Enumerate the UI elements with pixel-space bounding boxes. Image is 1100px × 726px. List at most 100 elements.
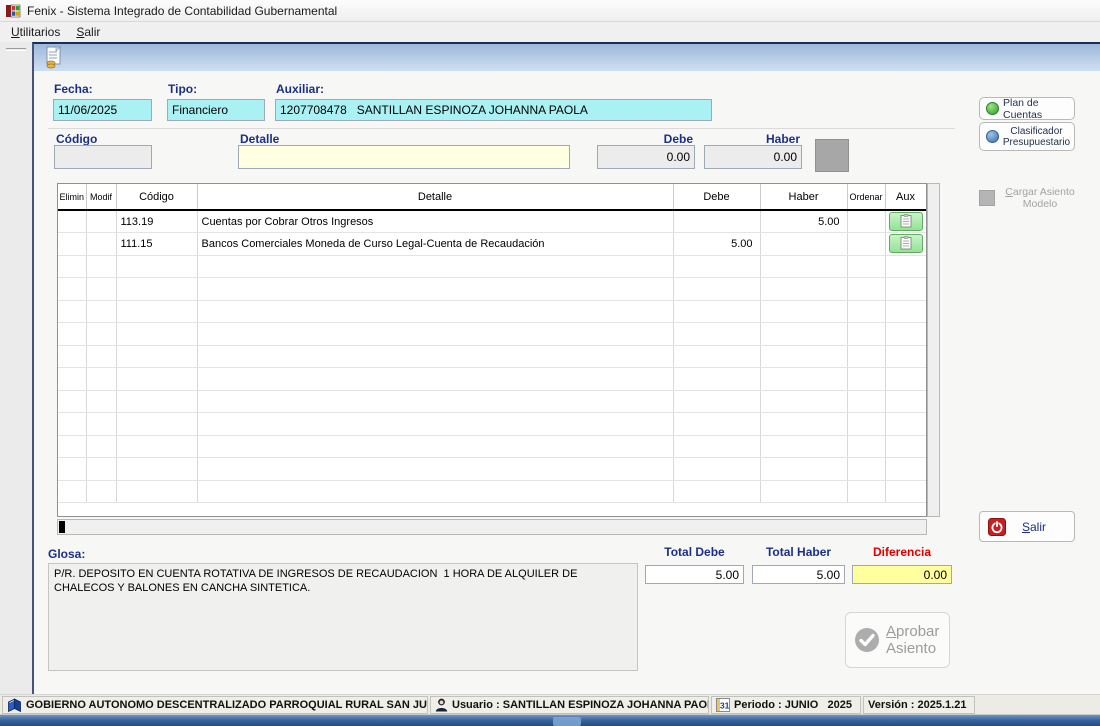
table-cell — [197, 413, 673, 436]
cargar-label-line2: Modelo — [999, 198, 1081, 210]
column-header-modif[interactable]: Modif — [86, 184, 116, 210]
debe-input[interactable] — [597, 145, 695, 169]
table-cell — [673, 210, 760, 233]
plan-de-cuentas-button[interactable]: Plan de Cuentas — [979, 97, 1075, 120]
tipo-input[interactable] — [167, 99, 265, 121]
table-cell — [86, 435, 116, 458]
splitter-handle[interactable] — [6, 48, 26, 51]
table-cell — [673, 300, 760, 323]
fecha-input[interactable] — [53, 99, 152, 121]
column-header-elimin[interactable]: Elimin — [58, 184, 86, 210]
table-cell — [58, 435, 86, 458]
table-cell — [116, 278, 197, 301]
auxiliar-label: Auxiliar: — [276, 82, 324, 96]
table-cell — [197, 278, 673, 301]
menu-utilitarios[interactable]: Utilitarios — [3, 23, 68, 41]
column-header-código[interactable]: Código — [116, 184, 197, 210]
asiento-form: Fecha: Tipo: Auxiliar: Código Detalle De… — [32, 42, 1100, 694]
table-cell — [86, 345, 116, 368]
horizontal-scrollbar-thumb[interactable] — [59, 521, 65, 533]
table-cell — [885, 278, 926, 301]
table-cell — [86, 255, 116, 278]
salir-button[interactable]: Salir — [979, 511, 1075, 542]
table-cell — [86, 458, 116, 481]
table-cell — [58, 458, 86, 481]
clasificador-presupuestario-button[interactable]: Clasificador Presupuestario — [979, 122, 1075, 151]
table-cell: 5.00 — [673, 233, 760, 256]
table-cell — [760, 233, 847, 256]
status-period-year: 2025 — [828, 699, 852, 711]
taskbar[interactable] — [0, 714, 1100, 726]
table-row[interactable]: 111.15Bancos Comerciales Moneda de Curso… — [58, 233, 926, 256]
table-cell — [58, 413, 86, 436]
table-cell — [673, 345, 760, 368]
fecha-label: Fecha: — [54, 82, 93, 96]
plan-de-cuentas-label: Plan de Cuentas — [1003, 97, 1074, 121]
haber-input[interactable] — [704, 145, 802, 169]
table-cell — [885, 390, 926, 413]
table-cell — [673, 390, 760, 413]
table-cell — [197, 323, 673, 346]
status-version-panel: Versión : 2025.1.21 — [863, 696, 975, 714]
table-vertical-scrollbar[interactable] — [927, 183, 940, 517]
taskbar-item[interactable] — [553, 717, 581, 726]
table-cell — [673, 278, 760, 301]
debe-label: Debe — [597, 132, 693, 146]
cargar-asiento-modelo-button[interactable]: Cargar Asiento Modelo — [977, 183, 1081, 213]
app-icon — [5, 3, 21, 19]
table-cell — [847, 390, 885, 413]
aprobar-asiento-button[interactable]: Aprobar Asiento — [845, 612, 950, 668]
table-cell — [760, 480, 847, 503]
codigo-label: Código — [56, 132, 97, 146]
aux-button[interactable] — [889, 234, 923, 253]
column-header-aux[interactable]: Aux — [885, 184, 926, 210]
column-header-ordenar[interactable]: Ordenar — [847, 184, 885, 210]
table-cell — [116, 458, 197, 481]
table-cell — [58, 233, 86, 256]
table-cell — [116, 323, 197, 346]
table-cell — [116, 345, 197, 368]
aux-button[interactable] — [889, 212, 923, 231]
column-header-debe[interactable]: Debe — [673, 184, 760, 210]
table-cell — [673, 255, 760, 278]
table-cell: 5.00 — [760, 210, 847, 233]
table-empty-row — [58, 390, 926, 413]
table-cell — [58, 255, 86, 278]
table-cell — [116, 255, 197, 278]
table-cell — [116, 368, 197, 391]
table-cell — [86, 368, 116, 391]
table-empty-row — [58, 480, 926, 503]
table-cell — [116, 480, 197, 503]
column-header-detalle[interactable]: Detalle — [197, 184, 673, 210]
codigo-input[interactable] — [54, 145, 152, 169]
table-horizontal-scrollbar[interactable] — [57, 519, 927, 535]
table-empty-row — [58, 345, 926, 368]
table-cell — [885, 233, 926, 256]
detalle-input[interactable] — [238, 145, 570, 169]
status-entity-text: GOBIERNO AUTONOMO DESCENTRALIZADO PARROQ… — [26, 699, 428, 711]
journal-entry-icon[interactable] — [44, 46, 64, 74]
entry-action-button[interactable] — [815, 139, 849, 172]
cargar-label-line1: Cargar Asiento — [999, 186, 1081, 198]
table-cell — [760, 255, 847, 278]
table-empty-row — [58, 300, 926, 323]
table-cell — [116, 300, 197, 323]
glosa-textarea[interactable] — [48, 563, 638, 671]
table-cell — [885, 480, 926, 503]
table-cell — [760, 345, 847, 368]
total-haber-label: Total Haber — [752, 545, 845, 559]
table-empty-row — [58, 323, 926, 346]
blue-sphere-icon — [986, 130, 999, 143]
table-cell — [847, 368, 885, 391]
table-cell — [86, 390, 116, 413]
table-cell — [673, 458, 760, 481]
auxiliar-input[interactable] — [275, 99, 712, 121]
table-cell — [86, 278, 116, 301]
aprobar-label-line1: Aprobar — [886, 623, 939, 640]
table-cell — [760, 413, 847, 436]
column-header-haber[interactable]: Haber — [760, 184, 847, 210]
table-cell — [847, 300, 885, 323]
table-cell — [58, 480, 86, 503]
menu-salir[interactable]: Salir — [68, 23, 108, 41]
table-row[interactable]: 113.19Cuentas por Cobrar Otros Ingresos5… — [58, 210, 926, 233]
